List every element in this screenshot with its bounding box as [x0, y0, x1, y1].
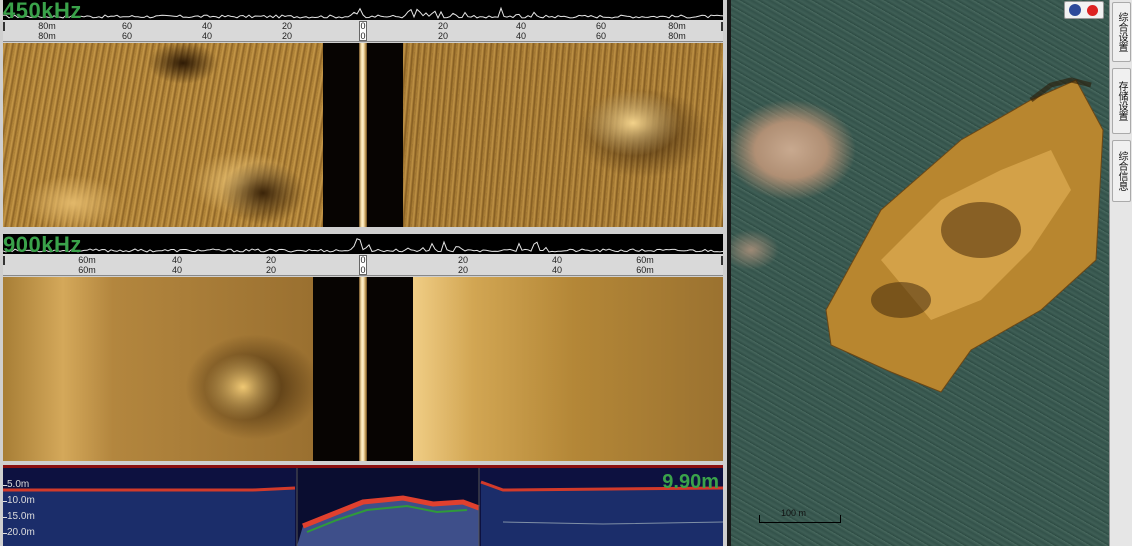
- right-toolbar: 综合设置 存储设置 综合信息: [1109, 0, 1132, 546]
- port-channel-image: [3, 277, 313, 461]
- water-column: [367, 277, 413, 461]
- ruler-tick: 0: [360, 21, 366, 31]
- port-channel-image: [3, 43, 323, 227]
- ruler-tick: 20: [457, 265, 469, 275]
- ruler-tick: 80m: [38, 21, 56, 31]
- ruler-tick: 40: [515, 31, 527, 41]
- ruler-tick: 40: [551, 265, 563, 275]
- ruler-tick: 80m: [668, 31, 686, 41]
- pulse-trace-450: [3, 6, 723, 20]
- depth-readout: 9.90m: [662, 471, 719, 493]
- ruler-tick: 60: [595, 31, 607, 41]
- ruler-tick: 60m: [636, 265, 654, 275]
- frequency-label-900: 900kHz: [3, 232, 82, 257]
- ruler-tick: 0: [360, 31, 366, 41]
- storage-settings-button[interactable]: 存储设置: [1112, 68, 1131, 134]
- sonar-mosaic-overlay: [825, 77, 1104, 393]
- sidescan-image-900[interactable]: [3, 277, 723, 461]
- ruler-tick: 20: [457, 255, 469, 265]
- ruler-tick: 20: [437, 21, 449, 31]
- ruler-tick: 0: [360, 265, 366, 275]
- ruler-tick: 80m: [668, 21, 686, 31]
- ruler-tick: 40: [171, 255, 183, 265]
- pulse-strip-450: [3, 0, 723, 20]
- starboard-channel-image: [413, 277, 723, 461]
- pulse-trace-900: [3, 238, 723, 253]
- ruler-tick: 20: [281, 21, 293, 31]
- depth-scale-label: 15.0m: [3, 512, 35, 522]
- ruler-tick: 20: [265, 255, 277, 265]
- ruler-tick: 40: [515, 21, 527, 31]
- depth-scale-label: 5.0m: [3, 480, 29, 490]
- ruler-tick: 60: [121, 31, 133, 41]
- map-controls[interactable]: [1064, 1, 1104, 19]
- ruler-tick: 40: [201, 21, 213, 31]
- general-info-button[interactable]: 综合信息: [1112, 140, 1131, 202]
- ruler-tick: 20: [437, 31, 449, 41]
- ruler-tick: 60: [121, 21, 133, 31]
- depth-scale-label: 20.0m: [3, 528, 35, 538]
- ruler-tick: 80m: [38, 31, 56, 41]
- ruler-tick: 40: [201, 31, 213, 41]
- ruler-tick: 0: [360, 255, 366, 265]
- chart-map-view[interactable]: 100 m: [731, 0, 1109, 546]
- sidescan-image-450[interactable]: [3, 43, 723, 227]
- ruler-tick: 40: [551, 255, 563, 265]
- ruler-tick: 60m: [636, 255, 654, 265]
- water-column: [367, 43, 403, 227]
- sonar-panel: 450kHz 80m 60 40 20 0 20 40 60 80m 80m 6…: [0, 0, 727, 546]
- compass-north-icon[interactable]: [1069, 4, 1081, 16]
- ruler-tick: 20: [281, 31, 293, 41]
- frequency-label-450: 450kHz: [3, 0, 82, 23]
- ruler-tick: 60m: [78, 265, 96, 275]
- range-ruler-450: 80m 60 40 20 0 20 40 60 80m 80m 60 40 20…: [3, 20, 723, 42]
- general-settings-button[interactable]: 综合设置: [1112, 2, 1131, 62]
- scale-bar-label: 100 m: [781, 508, 807, 518]
- nadir-line: [359, 43, 367, 227]
- ruler-tick: 20: [265, 265, 277, 275]
- depth-scale-label: 10.0m: [3, 496, 35, 506]
- water-column: [313, 277, 359, 461]
- depth-profile[interactable]: 5.0m 10.0m 15.0m 20.0m 9.90m: [3, 465, 723, 546]
- starboard-channel-image: [403, 43, 723, 227]
- water-column: [323, 43, 359, 227]
- red-dot-icon[interactable]: [1087, 5, 1098, 16]
- range-ruler-900: 60m 40 20 0 20 40 60m 60m 40 20 0 20 40 …: [3, 254, 723, 276]
- ruler-tick: 40: [171, 265, 183, 275]
- ruler-tick: 60m: [78, 255, 96, 265]
- sonar-app: 450kHz 80m 60 40 20 0 20 40 60 80m 80m 6…: [0, 0, 1132, 546]
- pulse-strip-900: [3, 234, 723, 254]
- nadir-line: [359, 277, 367, 461]
- depth-profile-graph: [3, 468, 723, 546]
- ruler-tick: 60: [595, 21, 607, 31]
